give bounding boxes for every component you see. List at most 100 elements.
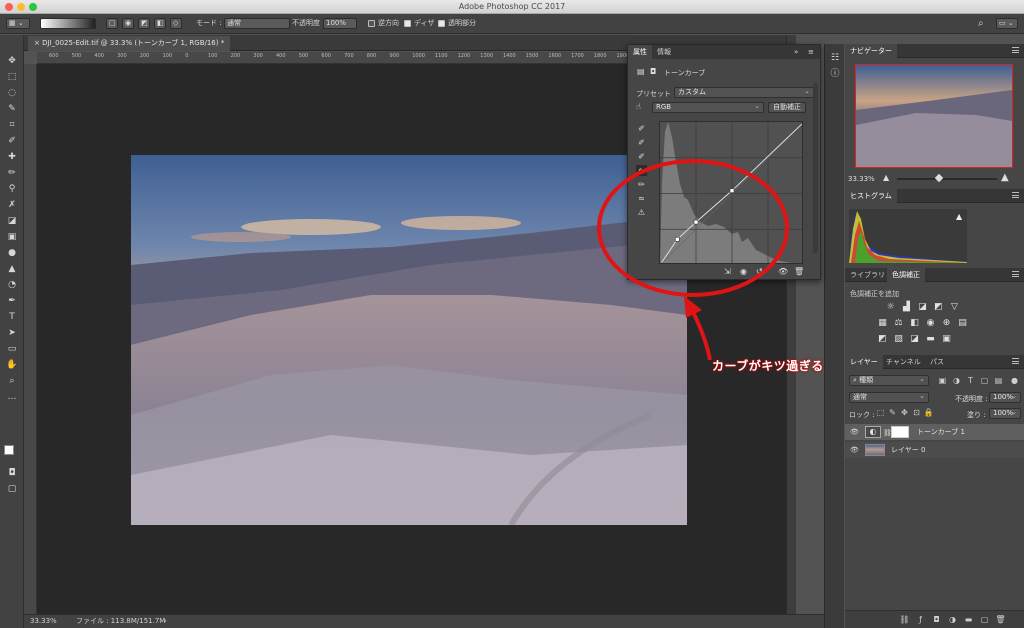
filter-smart-object-icon[interactable]: ▤ [993,376,1004,386]
tab-channels[interactable]: チャンネル [881,355,926,369]
zoom-out-mountain-icon[interactable]: ▲ [883,173,889,182]
type-tool-icon[interactable]: T [6,311,18,323]
layer-opacity-field[interactable]: 100% [989,392,1021,403]
status-zoom[interactable]: 33.33% [30,615,57,628]
navigator-zoom-slider[interactable] [897,178,997,180]
zoom-tool-icon[interactable]: ⌕ [6,375,18,387]
tab-properties[interactable]: 属性 [628,45,652,59]
white-point-eyedropper-icon[interactable]: ✐ [636,151,647,162]
blur-tool-icon[interactable]: ● [6,247,18,259]
tab-close-icon[interactable]: × [34,39,40,47]
clone-stamp-tool-icon[interactable]: ⚲ [6,183,18,195]
quick-mask-icon[interactable]: ◘ [6,467,18,479]
history-brush-tool-icon[interactable]: ✗ [6,199,18,211]
blend-mode-select[interactable]: 通常 [849,392,929,403]
hue-saturation-icon[interactable]: ▦ [877,318,888,328]
gray-point-eyedropper-icon[interactable]: ✐ [636,137,647,148]
info-dock-icon[interactable]: ⓘ [829,68,841,80]
crop-tool-icon[interactable]: ⌗ [6,119,18,131]
radial-gradient-icon[interactable]: ◉ [122,18,134,29]
lasso-tool-icon[interactable]: ◌ [6,87,18,99]
channel-select[interactable]: RGB [652,102,764,113]
threshold-icon[interactable]: ◪ [909,334,920,344]
eyedropper-tool-icon[interactable]: ✐ [6,135,18,147]
photo-filter-icon[interactable]: ◉ [925,318,936,328]
gradient-map-icon[interactable]: ▬ [925,334,936,344]
path-select-tool-icon[interactable]: ➤ [6,327,18,339]
filter-toggle-icon[interactable]: ● [1009,376,1020,386]
marquee-tool-icon[interactable]: ⬚ [6,71,18,83]
link-layers-icon[interactable]: ⛓ [899,615,910,625]
layer-row-base[interactable]: 👁 レイヤー 0 [845,442,1024,458]
tab-libraries[interactable]: ライブラリ [845,268,890,282]
panel-menu-icon[interactable]: ≡ [808,48,814,56]
levels-icon[interactable]: ▟ [901,302,912,312]
move-tool-icon[interactable]: ✥ [6,55,18,67]
layer-name[interactable]: トーンカーブ 1 [917,424,965,440]
healing-brush-tool-icon[interactable]: ✚ [6,151,18,163]
channel-mixer-icon[interactable]: ⊕ [941,318,952,328]
transparency-checkbox[interactable] [438,20,445,27]
layer-name[interactable]: レイヤー 0 [891,442,925,458]
zoom-in-mountain-icon[interactable]: ▲ [1001,172,1009,183]
reverse-checkbox[interactable] [368,20,375,27]
trash-icon[interactable]: 🗑 [794,267,804,276]
close-window-button[interactable] [5,3,13,11]
lock-transparent-icon[interactable]: ⬚ [875,408,886,418]
fill-field[interactable]: 100% [989,408,1021,419]
gradient-picker[interactable] [40,18,96,29]
color-lookup-icon[interactable]: ▤ [957,318,968,328]
auto-button[interactable]: 自動補正 [768,102,806,113]
histogram-menu-icon[interactable] [1012,192,1019,198]
dodge-tool-icon[interactable]: ◔ [6,279,18,291]
navigator-zoom-thumb[interactable] [934,173,944,183]
tab-info[interactable]: 情報 [652,45,676,59]
collapse-panel-icon[interactable]: » [794,48,798,56]
minimize-window-button[interactable] [17,3,25,11]
gradient-tool-icon[interactable]: ▣ [6,231,18,243]
black-point-eyedropper-icon[interactable]: ✐ [636,123,647,134]
filter-type-icon[interactable]: T [965,376,976,386]
screen-mode-icon[interactable]: ▢ [6,483,18,495]
visibility-eye-icon[interactable]: 👁 [778,267,788,276]
add-mask-icon[interactable]: ◘ [931,615,942,625]
dither-checkbox[interactable] [404,20,411,27]
quick-select-tool-icon[interactable]: ✎ [6,103,18,115]
new-layer-icon[interactable]: ▢ [979,615,990,625]
adjustments-menu-icon[interactable] [1012,271,1019,277]
navigator-zoom-value[interactable]: 33.33% [848,175,875,183]
navigator-thumbnail[interactable] [855,64,1013,168]
eraser-tool-icon[interactable]: ◪ [6,215,18,227]
pen-tool-icon[interactable]: ✒ [6,295,18,307]
properties-dock-icon[interactable]: ☷ [829,52,841,64]
curve-control-point[interactable] [801,122,803,125]
curves-icon[interactable]: ◪ [917,302,928,312]
sharpen-tool-icon[interactable]: ▲ [6,263,18,275]
black-white-icon[interactable]: ◧ [909,318,920,328]
foreground-color-swatch[interactable] [4,445,14,455]
lock-position-icon[interactable]: ✥ [899,408,910,418]
properties-scrollbar[interactable] [813,83,818,253]
document-tab[interactable]: × DJI_0025-Edit.tif @ 33.3% (トーンカーブ 1, R… [28,36,231,51]
visibility-eye-icon[interactable]: 👁 [850,442,860,458]
preset-select[interactable]: カスタム [674,87,814,98]
filter-pixel-icon[interactable]: ▣ [937,376,948,386]
delete-layer-icon[interactable]: 🗑 [995,615,1006,625]
lock-image-icon[interactable]: ✎ [887,408,898,418]
tool-preset-picker[interactable]: ▦ ⌄ [6,18,30,29]
tab-navigator[interactable]: ナビゲーター [845,44,897,58]
lock-all-icon[interactable]: 🔒 [923,408,934,418]
filter-shape-icon[interactable]: ▢ [979,376,990,386]
navigator-menu-icon[interactable] [1012,47,1019,53]
histogram-warning-icon[interactable]: ▲ [956,212,962,221]
tab-adjustments[interactable]: 色調補正 [887,268,925,282]
visibility-eye-icon[interactable]: 👁 [850,424,860,440]
zoom-window-button[interactable] [29,3,37,11]
brush-tool-icon[interactable]: ✏ [6,167,18,179]
new-adjustment-layer-icon[interactable]: ◑ [947,615,958,625]
angle-gradient-icon[interactable]: ◩ [138,18,150,29]
hand-tool-icon[interactable]: ✋ [6,359,18,371]
shape-tool-icon[interactable]: ▭ [6,343,18,355]
diamond-gradient-icon[interactable]: ◇ [170,18,182,29]
mode-select[interactable]: 通常 [224,18,290,29]
